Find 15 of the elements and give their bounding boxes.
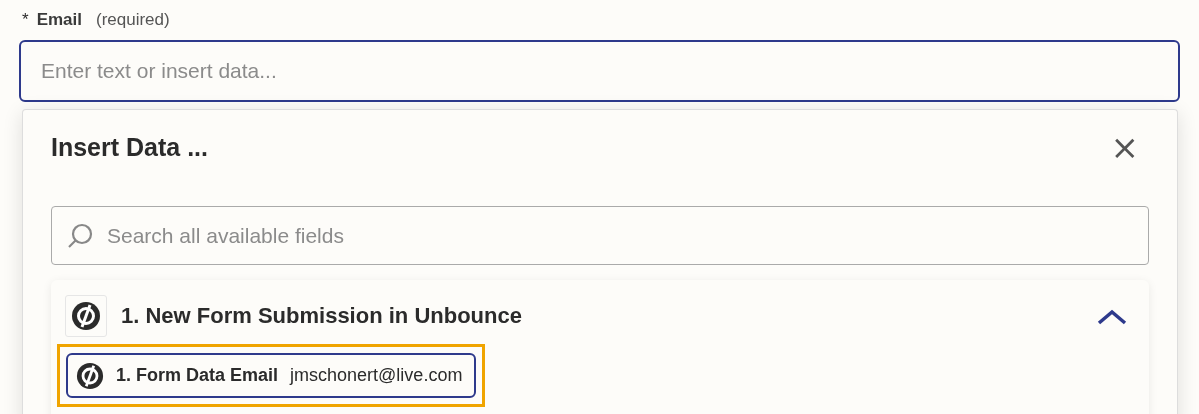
required-hint: (required)	[96, 10, 170, 30]
search-field[interactable]: Search all available fields	[51, 206, 1149, 265]
chevron-icon[interactable]	[1097, 307, 1127, 325]
app-logo-icon	[65, 295, 107, 337]
option-value: jmschonert@live.com	[290, 365, 463, 386]
email-input-field[interactable]: Enter text or insert data...	[19, 40, 1180, 102]
group-title: 1. New Form Submission in Unbounce	[121, 303, 523, 329]
option-label: 1. Form Data Email	[116, 365, 279, 386]
required-mark: *	[22, 10, 29, 30]
field-option[interactable]: 1. Form Data Email jmschonert@live.com	[66, 353, 477, 398]
close-button[interactable]: ×	[1106, 130, 1143, 164]
search-icon	[66, 222, 94, 250]
field-label: Email	[36, 10, 82, 30]
popover-title: Insert Data ...	[51, 132, 208, 162]
app-logo-icon	[76, 361, 104, 390]
